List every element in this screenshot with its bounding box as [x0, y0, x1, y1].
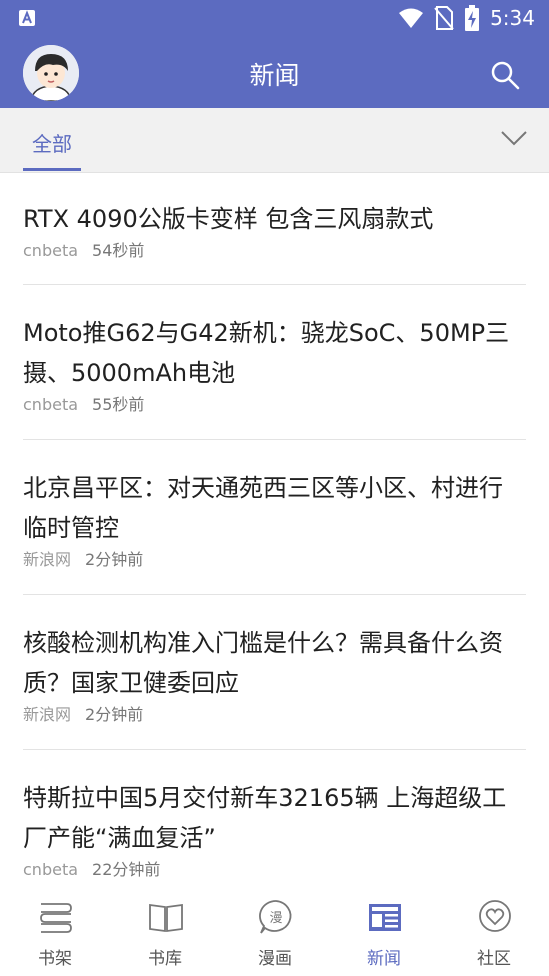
- book-icon: [149, 903, 183, 933]
- news-item[interactable]: 北京昌平区：对天通苑西三区等小区、村进行临时管控 新浪网 2分钟前: [23, 440, 526, 595]
- nav-label: 书架: [38, 949, 72, 969]
- news-source: cnbeta: [23, 395, 79, 414]
- news-source: cnbeta: [23, 241, 79, 260]
- news-list: RTX 4090公版卡变样 包含三风扇款式 cnbeta 54秒前 Moto推G6…: [23, 172, 526, 890]
- news-item[interactable]: Moto推G62与G42新机：骁龙SoC、50MP三摄、5000mAh电池 cn…: [23, 285, 526, 440]
- bottom-navigation: 书架 书库 漫 漫画 新闻 社区: [0, 890, 549, 976]
- wifi-icon: [399, 8, 424, 28]
- bookshelf-icon: [40, 903, 72, 933]
- news-title: 特斯拉中国5月交付新车32165辆 上海超级工厂产能“满血复活”: [23, 784, 507, 852]
- news-time: 55秒前: [92, 395, 145, 414]
- chevron-down-icon[interactable]: [499, 126, 529, 150]
- nav-item-library[interactable]: 书库: [110, 890, 220, 976]
- battery-charging-icon: [465, 5, 480, 31]
- news-title: Moto推G62与G42新机：骁龙SoC、50MP三摄、5000mAh电池: [23, 319, 510, 387]
- comic-icon: 漫: [259, 900, 292, 934]
- app-header: 5:34 新闻: [0, 0, 549, 108]
- category-tabs: 全部: [0, 108, 549, 173]
- news-title: 核酸检测机构准入门槛是什么？需具备什么资质？国家卫健委回应: [23, 629, 503, 697]
- news-time: 22分钟前: [92, 860, 161, 879]
- app-notification-icon: [19, 10, 35, 26]
- news-item[interactable]: 核酸检测机构准入门槛是什么？需具备什么资质？国家卫健委回应 新浪网 2分钟前: [23, 595, 526, 750]
- news-source: 新浪网: [23, 550, 72, 569]
- nav-item-bookshelf[interactable]: 书架: [0, 890, 110, 976]
- news-title: RTX 4090公版卡变样 包含三风扇款式: [23, 205, 434, 233]
- tab-active-indicator: [23, 168, 81, 171]
- nav-item-community[interactable]: 社区: [439, 890, 549, 976]
- news-source: cnbeta: [23, 860, 79, 879]
- status-bar: 5:34: [0, 0, 549, 36]
- nav-item-comics[interactable]: 漫 漫画: [220, 890, 330, 976]
- news-time: 2分钟前: [85, 705, 144, 724]
- community-icon: [479, 900, 511, 932]
- no-sim-icon: [434, 6, 454, 30]
- page-title: 新闻: [249, 61, 300, 90]
- nav-label: 新闻: [367, 949, 401, 969]
- news-icon: [369, 904, 401, 931]
- nav-item-news[interactable]: 新闻: [329, 890, 439, 976]
- news-title: 北京昌平区：对天通苑西三区等小区、村进行临时管控: [23, 474, 503, 542]
- tab-all[interactable]: 全部: [23, 108, 81, 172]
- news-item[interactable]: 特斯拉中国5月交付新车32165辆 上海超级工厂产能“满血复活” cnbeta 2…: [23, 750, 526, 890]
- news-time: 54秒前: [92, 241, 145, 260]
- nav-label: 社区: [477, 949, 511, 969]
- news-item[interactable]: RTX 4090公版卡变样 包含三风扇款式 cnbeta 54秒前: [23, 172, 526, 285]
- search-icon[interactable]: [488, 58, 522, 92]
- nav-label: 漫画: [258, 949, 292, 969]
- news-time: 2分钟前: [85, 550, 144, 569]
- nav-label: 书库: [148, 949, 182, 969]
- status-time: 5:34: [490, 6, 535, 30]
- tab-all-label: 全部: [32, 132, 72, 156]
- news-source: 新浪网: [23, 705, 72, 724]
- svg-text:漫: 漫: [269, 911, 282, 926]
